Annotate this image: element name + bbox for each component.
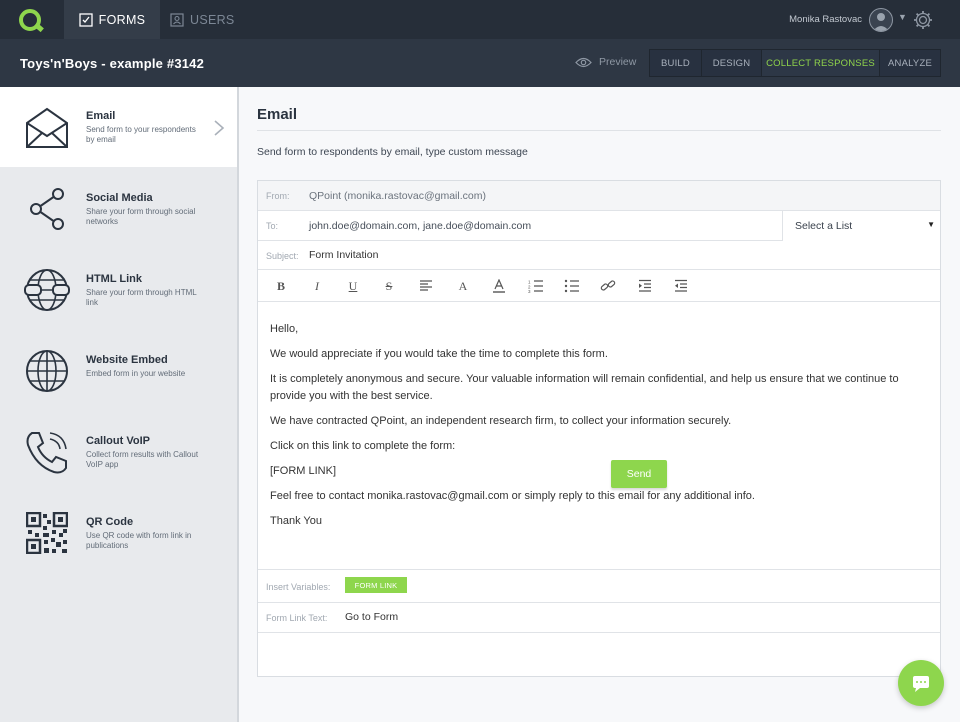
sidebar-item-title: HTML Link bbox=[86, 273, 143, 285]
nav-tab-forms-label: FORMS bbox=[98, 12, 146, 27]
globe-link-icon bbox=[24, 269, 70, 311]
from-row: From: QPoint (monika.rastovac@gmail.com) bbox=[258, 181, 940, 211]
user-avatar-icon bbox=[873, 13, 889, 31]
italic-icon[interactable]: I bbox=[309, 279, 325, 293]
to-label: To: bbox=[266, 221, 279, 231]
sidebar-item-title: QR Code bbox=[86, 516, 134, 528]
sidebar-item-desc: Use QR code with form link in publicatio… bbox=[86, 531, 192, 550]
email-compose-form: From: QPoint (monika.rastovac@gmail.com)… bbox=[257, 180, 941, 677]
sidebar-item-title: Callout VoIP bbox=[86, 435, 150, 447]
body-paragraph: Feel free to contact monika.rastovac@gma… bbox=[270, 489, 755, 502]
tab-design[interactable]: DESIGN bbox=[702, 50, 762, 76]
select-list-dropdown[interactable]: Select a List ▼ bbox=[782, 211, 940, 241]
top-navbar: FORMS USERS Monika Rastovac ▼ bbox=[0, 0, 960, 39]
qr-code-icon bbox=[26, 512, 68, 554]
sidebar-item-title: Social Media bbox=[86, 192, 153, 204]
send-button[interactable]: Send bbox=[611, 460, 667, 488]
font-color-icon[interactable] bbox=[491, 279, 507, 293]
bold-icon[interactable]: B bbox=[273, 279, 289, 293]
insert-variables-row: Insert Variables: FORM LINK bbox=[258, 569, 940, 603]
form-link-variable-chip[interactable]: FORM LINK bbox=[345, 577, 407, 593]
body-signoff: Thank You bbox=[270, 514, 322, 527]
body-paragraph: It is completely anonymous and secure. Y… bbox=[270, 373, 899, 402]
phone-icon bbox=[26, 432, 67, 474]
to-field[interactable]: john.doe@domain.com, jane.doe@domain.com bbox=[309, 220, 531, 232]
email-body-editor[interactable]: Hello, We would appreciate if you would … bbox=[270, 321, 930, 538]
indent-icon[interactable] bbox=[637, 279, 653, 293]
share-method-sidebar: Email Send form to your respondents by e… bbox=[0, 87, 239, 722]
sidebar-item-website-embed[interactable]: Website Embed Embed form in your website bbox=[0, 330, 237, 410]
globe-icon bbox=[26, 350, 68, 392]
eye-icon bbox=[575, 57, 592, 67]
chat-button[interactable] bbox=[898, 660, 944, 706]
subject-label: Subject: bbox=[266, 251, 299, 261]
unordered-list-icon[interactable] bbox=[564, 279, 580, 293]
avatar[interactable] bbox=[869, 8, 893, 32]
sidebar-item-callout-voip[interactable]: Callout VoIP Collect form results with C… bbox=[0, 411, 237, 491]
body-greeting: Hello, bbox=[270, 323, 299, 335]
page-subtitle: Send form to respondents by email, type … bbox=[257, 146, 528, 158]
sidebar-item-desc: Collect form results with Callout VoIP a… bbox=[86, 450, 199, 469]
to-row: To: john.doe@domain.com, jane.doe@domain… bbox=[258, 211, 940, 241]
sidebar-item-email[interactable]: Email Send form to your respondents by e… bbox=[0, 87, 237, 167]
chat-bubble-icon bbox=[913, 676, 929, 692]
tab-collect-responses[interactable]: COLLECT RESPONSES bbox=[762, 50, 880, 76]
sidebar-item-social-media[interactable]: Social Media Share your form through soc… bbox=[0, 168, 237, 248]
nav-tab-users-label: USERS bbox=[190, 12, 235, 27]
form-link-text-label: Form Link Text: bbox=[266, 613, 328, 623]
preview-button[interactable]: Preview bbox=[575, 56, 636, 68]
body-paragraph: We have contracted QPoint, an independen… bbox=[270, 414, 732, 427]
chevron-right-icon bbox=[214, 120, 225, 136]
sidebar-item-desc: Share your form through HTML link bbox=[86, 288, 197, 307]
body-paragraph: Click on this link to complete the form: bbox=[270, 439, 456, 452]
user-name[interactable]: Monika Rastovac bbox=[789, 14, 862, 25]
form-link-text-row: Form Link Text: Go to Form bbox=[258, 603, 940, 633]
envelope-icon bbox=[26, 107, 68, 148]
subject-field[interactable]: Form Invitation bbox=[309, 249, 378, 261]
svg-text:3: 3 bbox=[528, 289, 531, 293]
tab-analyze[interactable]: ANALYZE bbox=[880, 50, 940, 76]
preview-label: Preview bbox=[599, 56, 637, 68]
body-form-link-placeholder: [FORM LINK] bbox=[270, 464, 337, 477]
mode-tabs: BUILD DESIGN COLLECT RESPONSES ANALYZE bbox=[649, 49, 941, 77]
subject-row: Subject: Form Invitation bbox=[258, 241, 940, 270]
title-divider bbox=[257, 130, 941, 131]
select-list-value: Select a List bbox=[795, 220, 853, 232]
form-link-text-field[interactable]: Go to Form bbox=[345, 611, 398, 623]
gear-icon[interactable] bbox=[912, 9, 934, 31]
forms-icon bbox=[79, 12, 93, 27]
sidebar-item-title: Website Embed bbox=[86, 354, 168, 366]
align-icon[interactable] bbox=[418, 279, 434, 293]
ordered-list-icon[interactable]: 123 bbox=[528, 279, 544, 293]
from-label: From: bbox=[266, 191, 290, 201]
underline-icon[interactable]: U bbox=[345, 279, 361, 293]
sidebar-item-desc: Send form to your respondents by email bbox=[86, 125, 196, 144]
sidebar-item-html-link[interactable]: HTML Link Share your form through HTML l… bbox=[0, 249, 237, 329]
nav-tab-forms[interactable]: FORMS bbox=[64, 0, 160, 39]
editor-toolbar: B I U S A 123 bbox=[258, 270, 940, 302]
font-size-icon[interactable]: A bbox=[455, 279, 471, 293]
sidebar-item-desc: Share your form through social networks bbox=[86, 207, 196, 226]
sidebar-item-desc: Embed form in your website bbox=[86, 369, 186, 378]
link-icon[interactable] bbox=[600, 279, 616, 293]
share-icon bbox=[30, 188, 64, 230]
page-title: Email bbox=[257, 106, 298, 123]
sidebar-item-qr-code[interactable]: QR Code Use QR code with form link in pu… bbox=[0, 492, 237, 572]
sidebar-item-title: Email bbox=[86, 110, 116, 122]
form-header-bar: Toys'n'Boys - example #3142 Preview BUIL… bbox=[0, 39, 960, 87]
outdent-icon[interactable] bbox=[673, 279, 689, 293]
user-menu-chevron-down-icon[interactable]: ▼ bbox=[898, 12, 907, 22]
strikethrough-icon[interactable]: S bbox=[381, 279, 397, 293]
insert-variables-label: Insert Variables: bbox=[266, 582, 331, 592]
users-icon bbox=[170, 12, 184, 27]
body-paragraph: We would appreciate if you would take th… bbox=[270, 348, 608, 360]
qpoint-logo-icon[interactable] bbox=[16, 7, 48, 33]
form-title: Toys'n'Boys - example #3142 bbox=[20, 56, 205, 71]
nav-tab-users[interactable]: USERS bbox=[170, 0, 235, 39]
caret-down-icon: ▼ bbox=[927, 220, 935, 229]
from-field: QPoint (monika.rastovac@gmail.com) bbox=[309, 190, 486, 202]
tab-build[interactable]: BUILD bbox=[650, 50, 702, 76]
